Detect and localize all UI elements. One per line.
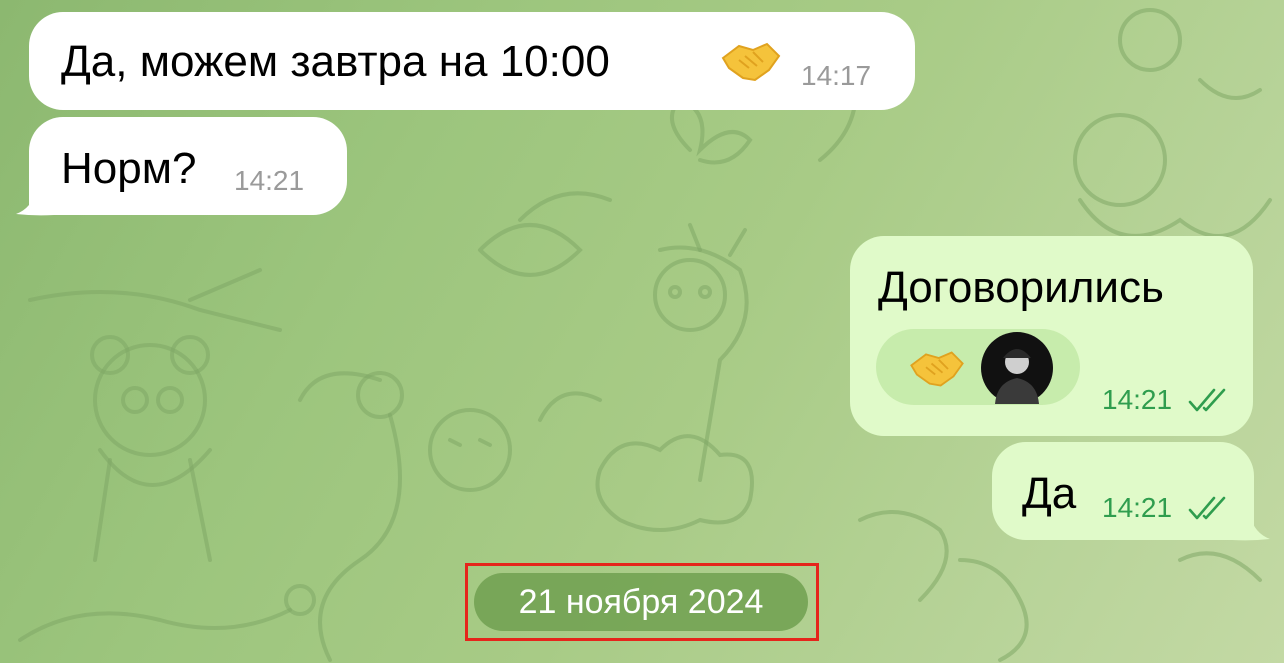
avatar (981, 332, 1053, 409)
message-timestamp: 14:21 (234, 165, 305, 196)
message-text: Да (1022, 469, 1077, 518)
double-check-read-icon (1188, 496, 1226, 520)
message-timestamp: 14:21 (1102, 492, 1173, 523)
outgoing-message[interactable]: Договорились 14:21 (850, 236, 1253, 436)
double-check-read-icon (1188, 388, 1226, 412)
outgoing-bubble-tail (1232, 515, 1270, 541)
incoming-message[interactable]: Норм? 14:21 (29, 117, 347, 215)
incoming-bubble-tail (16, 190, 54, 216)
date-highlight-box (465, 563, 819, 641)
reaction-chip[interactable] (876, 329, 1080, 405)
message-timestamp: 14:21 (1102, 384, 1173, 415)
handshake-icon (906, 347, 968, 396)
incoming-message[interactable]: Да, можем завтра на 10:00 14:17 (29, 12, 915, 110)
message-text: Норм? (61, 144, 197, 193)
message-text: Да, можем завтра на 10:00 (61, 37, 610, 86)
message-text: Договорились (878, 263, 1164, 312)
message-timestamp: 14:17 (801, 60, 872, 91)
outgoing-message[interactable]: Да 14:21 (992, 442, 1254, 540)
handshake-emoji-icon (719, 38, 783, 91)
